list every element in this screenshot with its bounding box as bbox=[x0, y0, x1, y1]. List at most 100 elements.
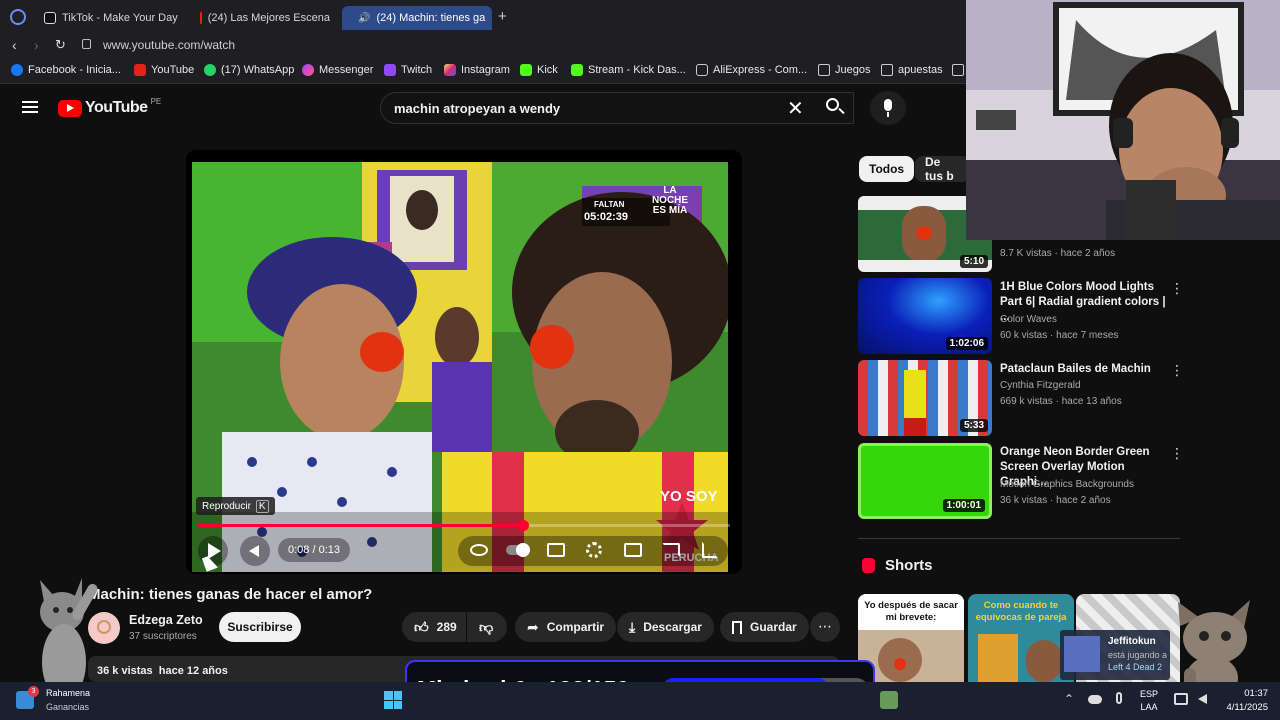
forward-icon[interactable]: › bbox=[34, 37, 39, 53]
download-button[interactable]: ⤓ Descargar bbox=[617, 612, 714, 642]
tab-label: (24) Machin: tienes ga bbox=[376, 12, 486, 24]
microphone-tray-icon[interactable] bbox=[1116, 692, 1122, 704]
miniplayer-icon[interactable] bbox=[624, 543, 642, 557]
taskbar-app-icon[interactable] bbox=[880, 691, 898, 709]
tab-mejores-escenas[interactable]: (24) Las Mejores Escena bbox=[190, 6, 340, 30]
chip-de-tus[interactable]: De tus b bbox=[915, 156, 970, 182]
subtitles-icon[interactable] bbox=[547, 543, 565, 557]
bookmark-kick[interactable]: Kick bbox=[520, 64, 558, 76]
duration-badge: 5:33 bbox=[959, 419, 988, 432]
rec-video-3[interactable]: 5:33 Pataclaun Bailes de Machin Cynthia … bbox=[858, 360, 1184, 438]
new-tab-button[interactable]: + bbox=[498, 8, 507, 25]
facebook-icon bbox=[11, 64, 23, 76]
bookmark-whatsapp[interactable]: (17) WhatsApp bbox=[204, 64, 294, 76]
speaker-icon[interactable] bbox=[1198, 694, 1207, 704]
audio-playing-icon[interactable]: 🔊 bbox=[358, 13, 370, 24]
lang-code: ESP bbox=[1140, 689, 1159, 699]
folder-icon bbox=[881, 64, 893, 76]
thumbnail[interactable]: 5:33 bbox=[858, 360, 992, 436]
language-indicator[interactable]: ESP LAA bbox=[1140, 688, 1158, 714]
rec-video-4[interactable]: 1:00:01 Orange Neon Border Green Screen … bbox=[858, 443, 1184, 521]
widget-badge: 3 bbox=[28, 686, 39, 697]
chevron-up-icon[interactable]: ⌃ bbox=[1064, 692, 1074, 706]
bookmark-folder-apuestas[interactable]: apuestas bbox=[881, 64, 943, 76]
like-button[interactable]: 👍︎ 289 bbox=[402, 612, 466, 642]
friend-status: está jugando a bbox=[1108, 650, 1168, 660]
short-caption: Yo después de sacar mi brevete: bbox=[864, 600, 958, 623]
bookmark-folder-more[interactable] bbox=[952, 64, 964, 76]
duration-badge: 1:00:01 bbox=[942, 499, 985, 512]
lock-icon[interactable] bbox=[82, 39, 91, 49]
video-meta: 36 k vistas · hace 2 años bbox=[1000, 495, 1111, 506]
youtube-logo-text: YouTube bbox=[85, 99, 148, 116]
bookmark-facebook[interactable]: Facebook - Inicia... bbox=[11, 64, 121, 76]
bookmark-aliexpress[interactable]: AliExpress - Com... bbox=[696, 64, 807, 76]
settings-gear-icon[interactable] bbox=[586, 542, 602, 558]
search-input[interactable]: machin atropeyan a wendy bbox=[394, 101, 560, 116]
bookmark-stream-kick[interactable]: Stream - Kick Das... bbox=[571, 64, 686, 76]
video-meta: 60 k vistas · hace 7 meses bbox=[1000, 330, 1119, 341]
menu-icon[interactable] bbox=[22, 101, 38, 113]
channel-name[interactable]: Cynthia Fitzgerald bbox=[1000, 380, 1081, 391]
preview-eye-icon[interactable] bbox=[470, 544, 488, 556]
progress-bar[interactable] bbox=[198, 520, 730, 531]
subscribe-button[interactable]: Suscribirse bbox=[219, 612, 301, 642]
save-button[interactable]: Guardar bbox=[720, 612, 809, 642]
channel-name[interactable]: Color Waves bbox=[1000, 314, 1057, 325]
youtube-logo[interactable]: YouTube PE bbox=[58, 97, 161, 117]
bookmark-instagram[interactable]: Instagram bbox=[444, 64, 510, 76]
messenger-icon bbox=[302, 64, 314, 76]
more-actions-button[interactable]: ⋯ bbox=[810, 612, 840, 642]
search-button[interactable] bbox=[824, 96, 846, 118]
fullscreen-icon[interactable] bbox=[702, 542, 718, 558]
voice-search-button[interactable] bbox=[870, 91, 906, 125]
back-icon[interactable]: ‹ bbox=[12, 37, 17, 53]
bookmark-label: YouTube bbox=[151, 64, 195, 76]
tab-label: (24) Las Mejores Escena bbox=[207, 12, 330, 24]
shorts-logo-icon bbox=[862, 558, 875, 573]
tab-tiktok[interactable]: TikTok - Make Your Day bbox=[34, 6, 189, 30]
clock[interactable]: 01:37 4/11/2025 bbox=[1218, 687, 1268, 715]
rec-video-2[interactable]: 1:02:06 1H Blue Colors Mood Lights Part … bbox=[858, 278, 1184, 356]
volume-button[interactable] bbox=[240, 536, 270, 566]
bookmark-label: Twitch bbox=[401, 64, 433, 76]
widget-label-2: Ganancias bbox=[46, 702, 90, 712]
more-options-icon[interactable]: ⋮ bbox=[1170, 280, 1184, 297]
bookmark-folder-juegos[interactable]: Juegos bbox=[818, 64, 870, 76]
thumbnail[interactable]: 1:02:06 bbox=[858, 278, 992, 354]
thumbnail[interactable]: 1:00:01 bbox=[858, 443, 992, 519]
windows-start-icon[interactable] bbox=[384, 691, 402, 709]
bookmark-label: Messenger bbox=[319, 64, 374, 76]
tab-machin[interactable]: 🔊 (24) Machin: tienes ga bbox=[342, 6, 492, 30]
widget-label-1: Rahamena bbox=[46, 688, 91, 698]
webcam-overlay bbox=[966, 0, 1280, 240]
clear-search-icon[interactable]: ✕ bbox=[787, 96, 804, 121]
progress-scrubber[interactable] bbox=[517, 520, 529, 531]
short-card-2[interactable]: Como cuando te equivocas de pareja bbox=[968, 594, 1074, 682]
reload-icon[interactable]: ↻ bbox=[55, 37, 66, 53]
opera-logo-icon[interactable] bbox=[10, 9, 26, 25]
autoplay-knob-icon bbox=[516, 543, 530, 557]
more-options-icon[interactable]: ⋮ bbox=[1170, 362, 1184, 379]
microphone-icon bbox=[884, 99, 892, 111]
bookmark-twitch[interactable]: Twitch bbox=[384, 64, 432, 76]
save-label: Guardar bbox=[750, 620, 797, 634]
bookmark-label: apuestas bbox=[898, 64, 943, 76]
chip-todos[interactable]: Todos bbox=[859, 156, 915, 182]
bookmark-messenger[interactable]: Messenger bbox=[302, 64, 373, 76]
url-field[interactable]: www.youtube.com/watch bbox=[103, 38, 235, 52]
autoplay-toggle[interactable] bbox=[506, 543, 530, 557]
document-icon bbox=[696, 64, 708, 76]
network-icon[interactable] bbox=[1174, 693, 1188, 705]
dislike-button[interactable]: 👎︎ bbox=[467, 612, 507, 642]
cast-icon[interactable] bbox=[662, 543, 680, 557]
video-title[interactable]: Pataclaun Bailes de Machin bbox=[1000, 362, 1170, 377]
cloud-icon[interactable] bbox=[1088, 695, 1102, 704]
folder-icon bbox=[952, 64, 964, 76]
chip-label: De tus b bbox=[925, 156, 954, 182]
channel-name[interactable]: Motion Graphics Backgrounds bbox=[1000, 479, 1134, 490]
share-button[interactable]: ➦ Compartir bbox=[515, 612, 617, 642]
channel-name[interactable]: Edzega Zeto bbox=[129, 613, 203, 627]
bookmark-youtube[interactable]: YouTube bbox=[134, 64, 194, 76]
more-options-icon[interactable]: ⋮ bbox=[1170, 445, 1184, 462]
